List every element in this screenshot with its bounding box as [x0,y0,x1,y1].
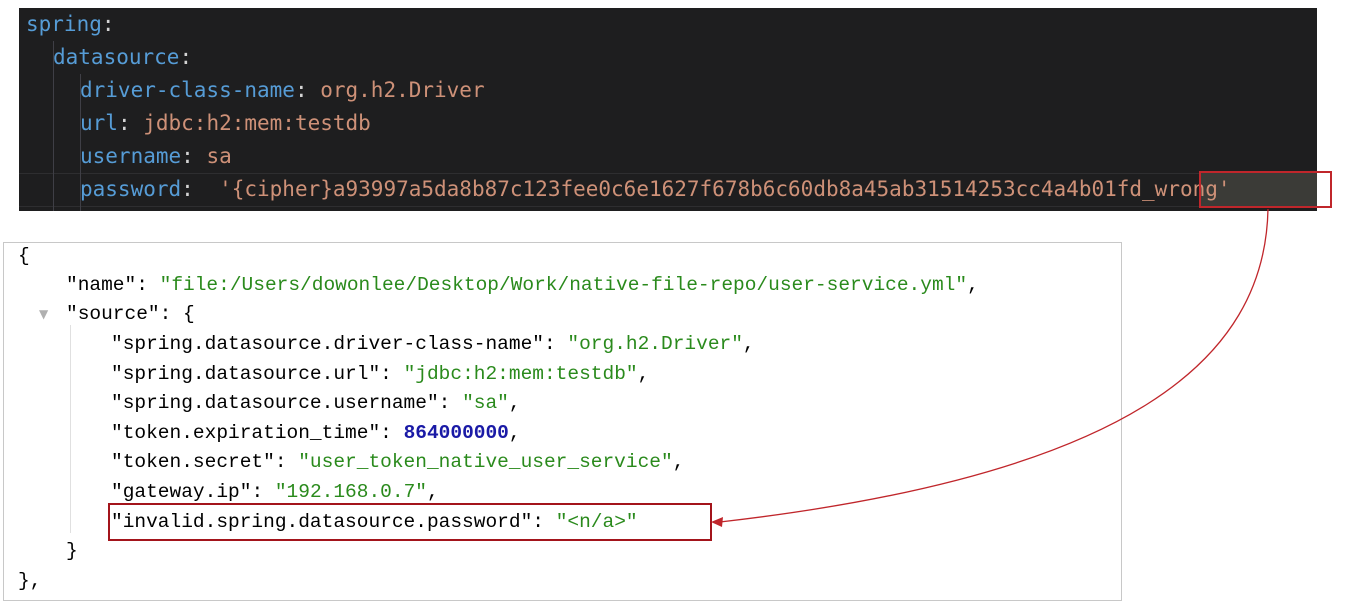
annotation-arrow [711,208,1269,527]
arrowhead-icon [711,517,723,527]
arrow-curve [719,208,1269,523]
